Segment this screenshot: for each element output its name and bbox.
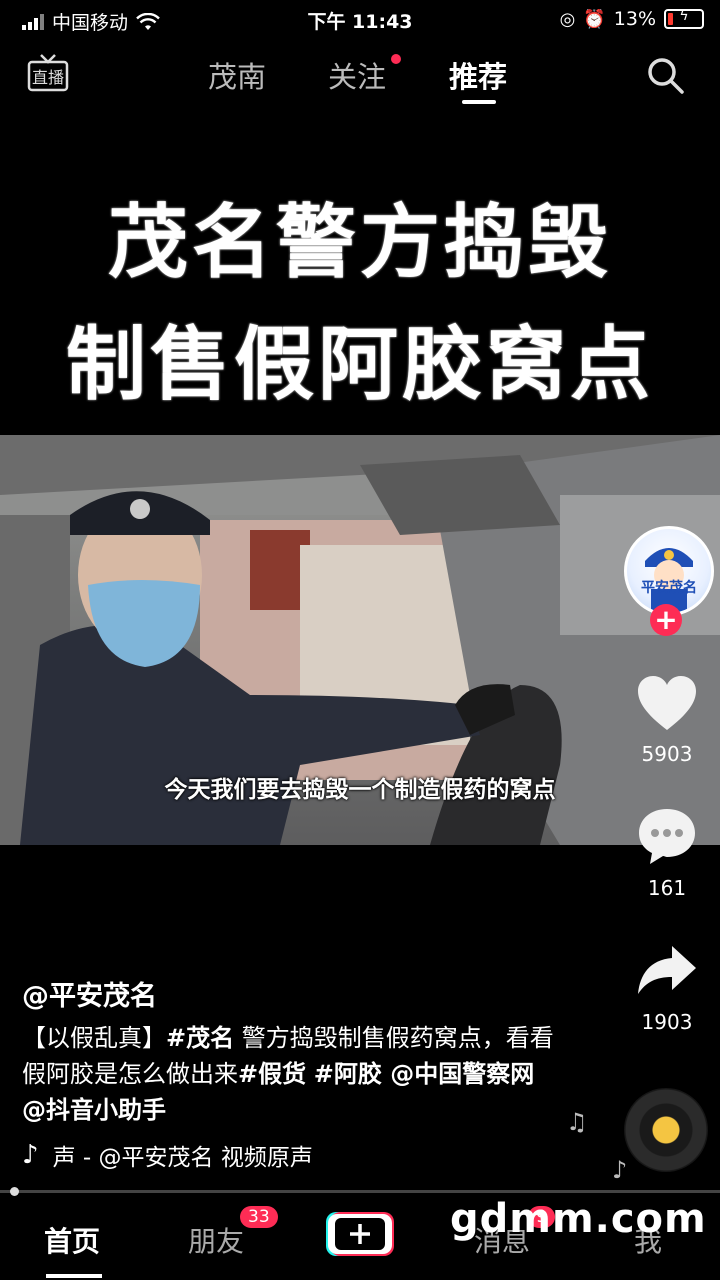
like-count: 5903 [641,742,693,766]
friends-badge: 33 [240,1206,278,1228]
following-dot [391,54,401,64]
headline-line-2: 制售假阿胶窝点 [66,317,654,411]
post-caption: 【以假乱真】#茂名 警方捣毁制售假药窝点，看看假阿胶是怎么做出来#假货 #阿胶 … [22,1020,562,1128]
music-disc[interactable] [624,1088,708,1172]
avatar-label: 平安茂名 [641,580,697,596]
status-bar: 中国移动 下午 11:43 ◎ ⏰ 13% ϟ [0,0,720,38]
music-note-icon: ♫ [566,1108,588,1136]
top-nav: 茂南 关注 推荐 [0,54,720,104]
tab-local[interactable]: 茂南 [208,54,266,96]
alarm-icon: ⏰ [583,8,606,30]
battery-percent: 13% [613,8,656,30]
rotation-lock-icon: ◎ [559,8,576,30]
headline-line-1: 茂名警方捣毁 [108,195,612,289]
comment-count: 161 [647,876,687,900]
music-note-icon: ♪ [612,1156,628,1184]
progress-knob[interactable] [10,1187,19,1196]
watermark: gdmm.com [450,1196,707,1242]
hashtag-fake-goods[interactable]: #假货 [238,1060,306,1088]
search-icon[interactable] [644,54,686,96]
share-count: 1903 [641,1010,693,1034]
nav-friends[interactable]: 朋友 [188,1220,244,1260]
hashtag-maoming[interactable]: #茂名 [166,1024,234,1052]
active-tab-indicator [462,100,496,104]
battery-icon: ϟ [664,8,704,29]
tab-following[interactable]: 关注 [328,54,386,96]
tab-recommended[interactable]: 推荐 [449,54,507,96]
author-name[interactable]: @平安茂名 [22,974,157,1013]
caption-part [306,1060,314,1088]
create-plus-button[interactable] [326,1212,394,1256]
home-indicator [46,1274,102,1278]
caption-part: 【以假乱真】 [22,1024,166,1052]
comment-icon[interactable] [636,806,698,866]
hashtag-ejiao[interactable]: #阿胶 [314,1060,382,1088]
nav-home[interactable]: 首页 [44,1220,100,1260]
heart-icon[interactable] [636,674,698,732]
police-mascot-icon [645,548,693,613]
video-progress[interactable] [0,1187,720,1196]
share-icon[interactable] [636,944,698,996]
follow-button[interactable]: + [650,604,682,636]
music-title: 声 - @平安茂名 视频原声 [52,1145,313,1171]
video-subtitle: 今天我们要去捣毁一个制造假药的窝点 [164,777,556,803]
music-row[interactable]: ♪ 声 - @平安茂名 视频原声 [22,1138,313,1172]
tiktok-note-icon: ♪ [22,1140,39,1170]
status-right: ◎ ⏰ 13% ϟ [560,8,704,30]
